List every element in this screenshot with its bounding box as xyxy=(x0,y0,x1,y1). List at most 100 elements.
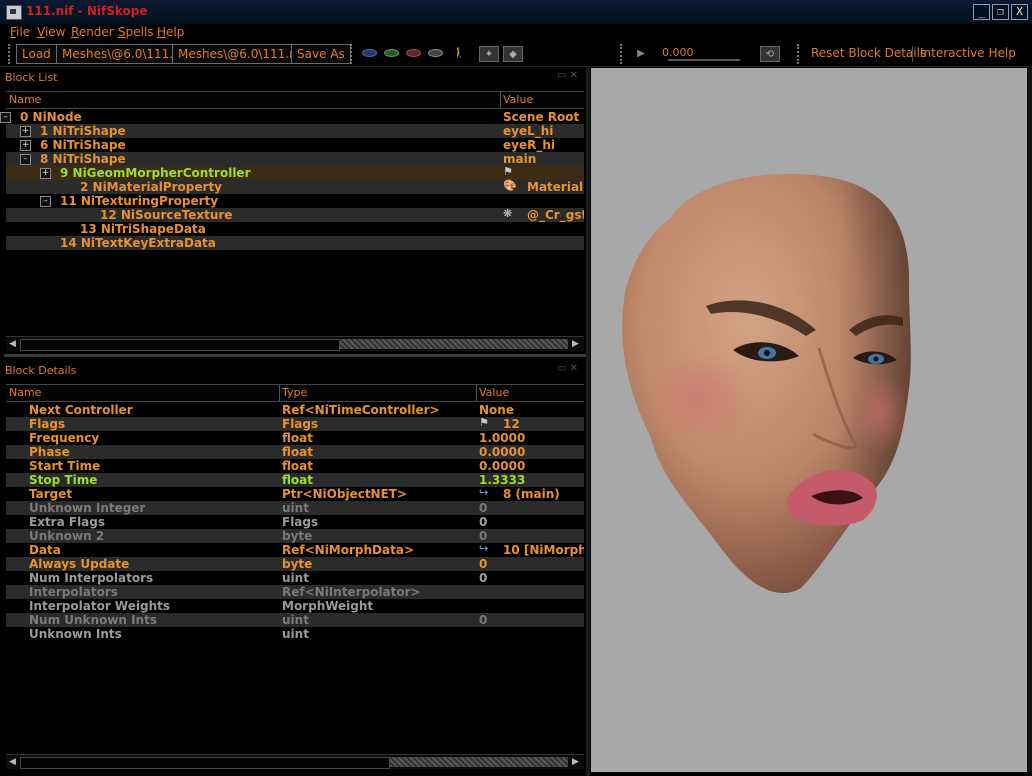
view-front-icon[interactable] xyxy=(360,46,378,60)
scroll-thumb[interactable] xyxy=(340,339,568,349)
collapse-icon[interactable]: – xyxy=(40,196,51,207)
save-path-field[interactable]: Meshes\@6.0\111.nif xyxy=(172,44,292,64)
detail-row[interactable]: Target Ptr<NiObjectNET> ↪ 8 (main) xyxy=(6,487,584,502)
detail-value[interactable]: 1.3333 xyxy=(479,473,525,487)
tree-row[interactable]: –8 NiTriShape main xyxy=(6,152,584,166)
tree-row[interactable]: –11 NiTexturingProperty xyxy=(6,194,584,208)
detail-row[interactable]: Stop Time float 1.3333 xyxy=(6,473,584,487)
detail-row[interactable]: Unknown 2 byte 0 xyxy=(6,529,584,543)
detail-value[interactable]: None xyxy=(479,403,514,417)
detail-row[interactable]: Data Ref<NiMorphData> ↪ 10 [NiMorphD xyxy=(6,543,584,558)
loop-icon[interactable]: ⟲ xyxy=(760,46,780,62)
detail-value[interactable]: 0 xyxy=(479,613,487,627)
detail-row[interactable]: Frequency float 1.0000 xyxy=(6,431,584,445)
interactive-help-button[interactable]: Interactive Help xyxy=(920,46,1016,60)
collapse-icon[interactable]: – xyxy=(0,112,11,123)
block-details-header: Name Type Value xyxy=(6,384,584,402)
time-slider[interactable] xyxy=(668,59,740,61)
detail-row[interactable]: Unknown Ints uint xyxy=(6,627,584,641)
expand-icon[interactable]: + xyxy=(20,126,31,137)
block-details-scrollbar[interactable]: ◀ ▶ xyxy=(6,754,584,769)
link-icon[interactable]: ↪ xyxy=(479,487,491,499)
tree-row-name: 1 NiTriShape xyxy=(40,124,126,138)
detail-row[interactable]: Phase float 0.0000 xyxy=(6,445,584,459)
detail-value[interactable]: 0.0000 xyxy=(479,459,525,473)
detail-value[interactable]: 12 xyxy=(503,417,520,431)
detail-value[interactable]: 0 xyxy=(479,529,487,543)
close-button[interactable]: X xyxy=(1011,4,1028,20)
detail-value[interactable]: 0.0000 xyxy=(479,445,525,459)
tree-row[interactable]: 2 NiMaterialProperty 🎨 Material a xyxy=(6,180,584,194)
view-side-icon[interactable] xyxy=(382,46,400,60)
view-splitter[interactable] xyxy=(586,66,590,776)
detail-value[interactable]: 0 xyxy=(479,515,487,529)
scroll-right-icon[interactable]: ▶ xyxy=(570,338,581,350)
load-button[interactable]: Load xyxy=(16,44,57,64)
detail-row[interactable]: Start Time float 0.0000 xyxy=(6,459,584,473)
tree-row[interactable]: 13 NiTriShapeData xyxy=(6,222,584,236)
toolbar-grip[interactable] xyxy=(797,44,805,64)
detail-value[interactable]: 10 [NiMorphD xyxy=(503,543,584,557)
block-list-scrollbar[interactable]: ◀ ▶ xyxy=(6,336,584,351)
detail-row[interactable]: Next Controller Ref<NiTimeController> None xyxy=(6,403,584,417)
load-path-field[interactable]: Meshes\@6.0\111.nif xyxy=(56,44,176,64)
detail-row[interactable]: Num Interpolators uint 0 xyxy=(6,571,584,585)
toolbar-grip[interactable] xyxy=(620,44,628,64)
walk-icon[interactable]: 🚶 xyxy=(450,46,468,60)
render-viewport[interactable] xyxy=(591,68,1027,772)
menu-render[interactable]: Render xyxy=(71,25,114,39)
dock-float-icon[interactable]: ▭ ✕ xyxy=(557,363,578,374)
minimize-button[interactable]: _ xyxy=(973,4,990,20)
expand-icon[interactable]: + xyxy=(40,168,51,179)
column-type[interactable]: Type xyxy=(282,386,307,399)
tree-row[interactable]: +6 NiTriShape eyeR_hi xyxy=(6,138,584,152)
scroll-left-icon[interactable]: ◀ xyxy=(7,338,18,350)
menu-help[interactable]: Help xyxy=(157,25,184,39)
menu-spells[interactable]: Spells xyxy=(118,25,154,39)
tree-row[interactable]: +1 NiTriShape eyeL_hi xyxy=(6,124,584,138)
scroll-left-icon[interactable]: ◀ xyxy=(7,756,18,768)
scroll-thumb[interactable] xyxy=(390,757,568,767)
detail-value[interactable]: 0 xyxy=(479,501,487,515)
column-value[interactable]: Value xyxy=(503,93,533,106)
toolbar-grip[interactable] xyxy=(350,44,358,64)
detail-value[interactable]: 8 (main) xyxy=(503,487,560,501)
detail-row[interactable]: Interpolator Weights MorphWeight xyxy=(6,599,584,613)
tree-row[interactable]: –0 NiNode Scene Root xyxy=(0,110,584,124)
expand-icon[interactable]: + xyxy=(20,140,31,151)
show-axes-icon[interactable]: ◆ xyxy=(503,46,523,62)
tree-row[interactable]: +9 NiGeomMorpherController ⚑ xyxy=(6,166,584,180)
detail-value[interactable]: 1.0000 xyxy=(479,431,525,445)
detail-value[interactable]: 0 xyxy=(479,571,487,585)
view-user-icon[interactable] xyxy=(426,46,444,60)
menu-view[interactable]: View xyxy=(37,25,65,39)
detail-row[interactable]: Extra Flags Flags 0 xyxy=(6,515,584,529)
play-icon[interactable]: ▶ xyxy=(632,46,650,60)
detail-row[interactable]: Unknown Integer uint 0 xyxy=(6,501,584,515)
column-name[interactable]: Name xyxy=(9,93,41,106)
toolbar-grip[interactable] xyxy=(8,44,16,64)
detail-row[interactable]: Num Unknown Ints uint 0 xyxy=(6,613,584,627)
dock-float-icon[interactable]: ▭ ✕ xyxy=(557,70,578,81)
reset-block-details-button[interactable]: Reset Block Details xyxy=(811,46,926,60)
flag-icon[interactable]: ⚑ xyxy=(479,417,491,429)
tree-row-value: Material a xyxy=(527,180,584,194)
view-top-icon[interactable] xyxy=(404,46,422,60)
detail-value[interactable]: 0 xyxy=(479,557,487,571)
menu-file[interactable]: File xyxy=(10,25,30,39)
link-icon[interactable]: ↪ xyxy=(479,543,491,555)
column-value[interactable]: Value xyxy=(479,386,509,399)
tree-row[interactable]: 12 NiSourceTexture ❋ @_Cr_gst xyxy=(6,208,584,222)
detail-row[interactable]: Always Update byte 0 xyxy=(6,557,584,571)
panel-splitter[interactable] xyxy=(4,354,586,357)
scroll-right-icon[interactable]: ▶ xyxy=(570,756,581,768)
tree-row[interactable]: 14 NiTextKeyExtraData xyxy=(6,236,584,250)
column-name[interactable]: Name xyxy=(9,386,41,399)
restore-button[interactable]: ❐ xyxy=(992,4,1009,20)
save-as-button[interactable]: Save As xyxy=(291,44,351,64)
collapse-icon[interactable]: – xyxy=(20,154,31,165)
detail-row[interactable]: Interpolators Ref<NiInterpolator> xyxy=(6,585,584,599)
perspective-icon[interactable]: ✦ xyxy=(479,46,499,62)
detail-row[interactable]: Flags Flags ⚑ 12 xyxy=(6,417,584,431)
tree-row-value: @_Cr_gst xyxy=(527,208,584,222)
